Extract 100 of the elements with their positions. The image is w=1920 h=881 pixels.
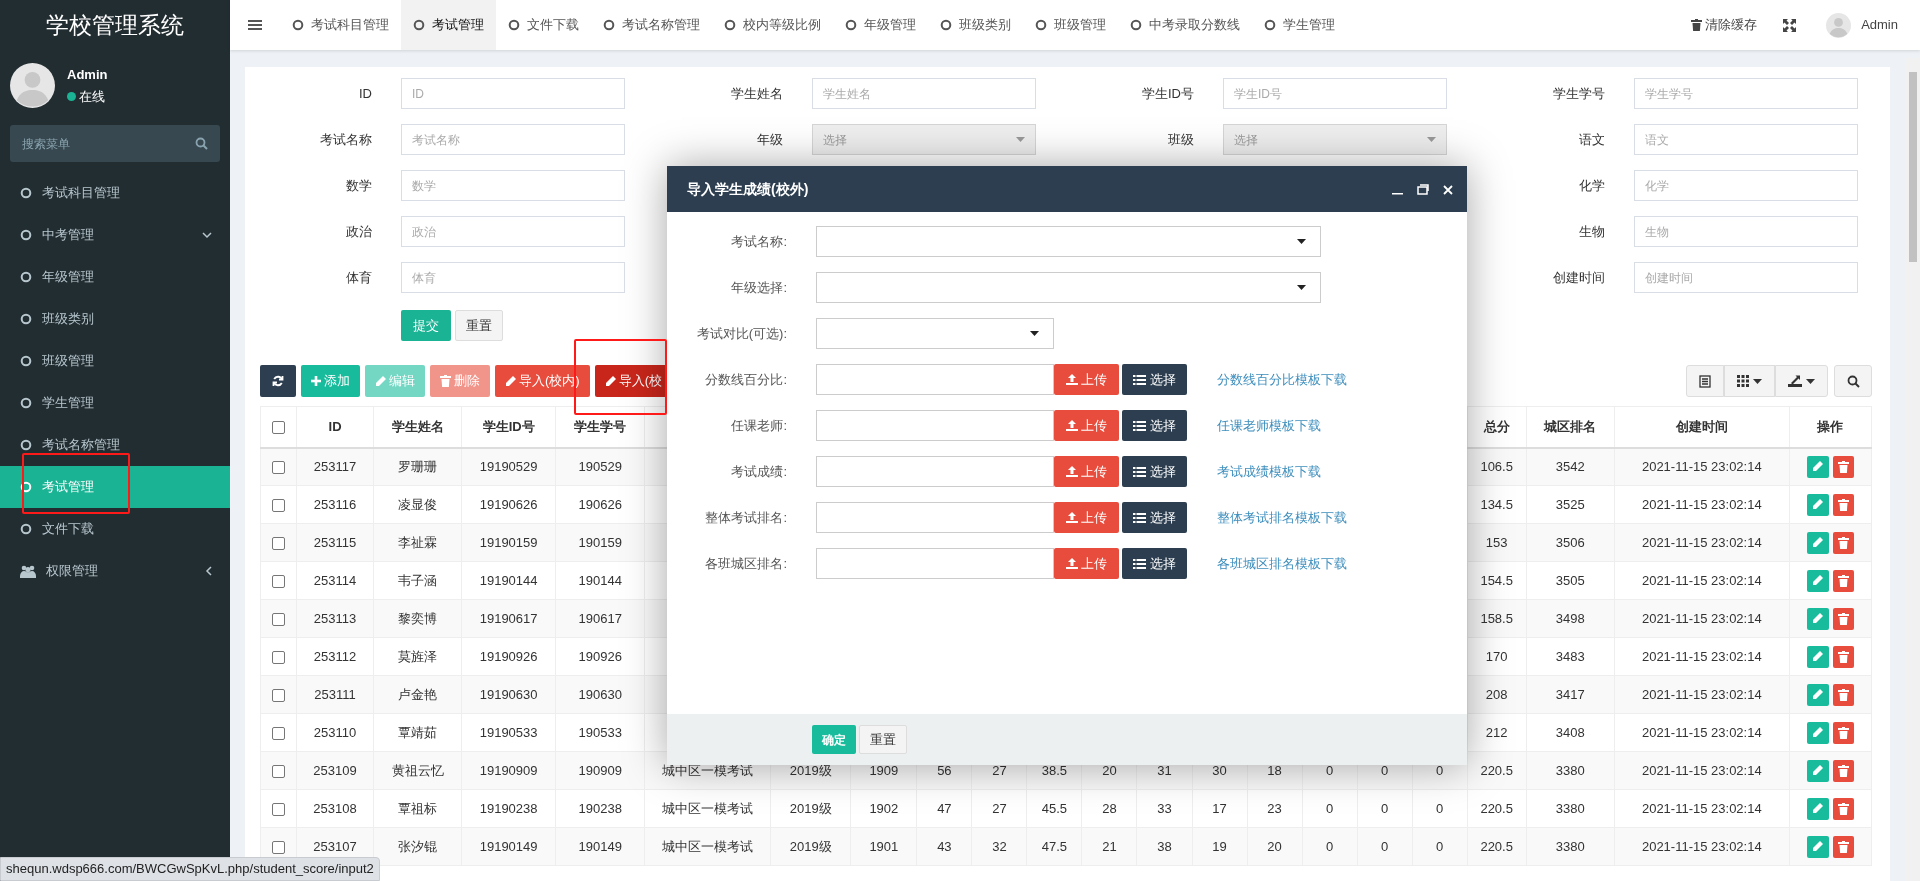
delete-button[interactable] [1832, 759, 1854, 782]
sidebar-item[interactable]: 班级类别 [0, 298, 230, 340]
input-field[interactable]: 考试名称 [401, 124, 625, 155]
input-field[interactable]: 学生姓名 [812, 78, 1036, 109]
choose-button[interactable]: 选择 [1122, 548, 1187, 579]
input-field[interactable]: 体育 [401, 262, 625, 293]
checkbox[interactable] [272, 802, 285, 816]
import-button[interactable]: 导入(校内) [495, 365, 590, 397]
tab[interactable]: 中考录取分数线 [1118, 0, 1252, 50]
fullscreen-button[interactable] [1783, 18, 1797, 32]
reset-button[interactable]: 重置 [859, 725, 907, 754]
checkbox[interactable] [272, 764, 285, 778]
template-download-link[interactable]: 考试成绩模板下载 [1217, 461, 1321, 482]
scrollbar[interactable] [1905, 58, 1920, 881]
choose-button[interactable]: 选择 [1122, 364, 1187, 395]
select-field[interactable] [816, 226, 1321, 257]
file-path-field[interactable] [816, 548, 1054, 579]
checkbox[interactable] [272, 840, 285, 854]
tab[interactable]: 班级管理 [1023, 0, 1118, 50]
checkbox[interactable] [272, 461, 285, 475]
file-path-field[interactable] [816, 502, 1054, 533]
clear-cache-button[interactable]: 清除缓存 [1691, 15, 1758, 35]
refresh-button[interactable] [260, 365, 296, 397]
tab[interactable]: 年级管理 [833, 0, 928, 50]
columns-button[interactable] [1724, 365, 1775, 397]
checkbox[interactable] [272, 612, 285, 626]
tab[interactable]: 考试名称管理 [591, 0, 712, 50]
choose-button[interactable]: 选择 [1122, 456, 1187, 487]
checkbox[interactable] [272, 536, 285, 550]
checkbox[interactable] [272, 726, 285, 740]
input-field[interactable]: 创建时间 [1634, 262, 1858, 293]
delete-button[interactable] [1832, 721, 1854, 744]
sidebar-item[interactable]: 学生管理 [0, 382, 230, 424]
edit-button[interactable] [1806, 759, 1829, 782]
upload-button[interactable]: 上传 [1054, 548, 1119, 579]
delete-button[interactable] [1832, 607, 1854, 630]
tab[interactable]: 文件下载 [496, 0, 591, 50]
edit-button[interactable] [1806, 531, 1829, 554]
checkbox[interactable] [272, 574, 285, 588]
edit-button[interactable] [1806, 683, 1829, 706]
checkbox[interactable] [272, 421, 285, 435]
upload-button[interactable]: 上传 [1054, 456, 1119, 487]
upload-button[interactable]: 上传 [1054, 502, 1119, 533]
file-path-field[interactable] [816, 364, 1054, 395]
input-field[interactable]: 语文 [1634, 124, 1858, 155]
tab[interactable]: 学生管理 [1252, 0, 1347, 50]
input-field[interactable]: 数学 [401, 170, 625, 201]
checkbox[interactable] [272, 498, 285, 512]
upload-button[interactable]: 上传 [1054, 364, 1119, 395]
tab[interactable]: 校内等级比例 [712, 0, 833, 50]
sidebar-item[interactable]: 中考管理 [0, 214, 230, 256]
tab[interactable]: 考试管理 [401, 0, 496, 50]
checkbox[interactable] [272, 688, 285, 702]
file-path-field[interactable] [816, 410, 1054, 441]
tab[interactable]: 班级类别 [928, 0, 1023, 50]
checkbox[interactable] [272, 650, 285, 664]
delete-button[interactable] [1832, 493, 1854, 516]
input-field[interactable]: 学生ID号 [1223, 78, 1447, 109]
maximize-button[interactable] [1417, 183, 1429, 195]
choose-button[interactable]: 选择 [1122, 502, 1187, 533]
edit-button[interactable] [1806, 569, 1829, 592]
template-download-link[interactable]: 任课老师模板下载 [1217, 415, 1321, 436]
user-name[interactable]: Admin [1861, 15, 1898, 35]
sidebar-item[interactable]: 考试名称管理 [0, 424, 230, 466]
delete-button[interactable] [1832, 455, 1854, 478]
edit-button[interactable] [1806, 721, 1829, 744]
delete-button[interactable] [1832, 569, 1854, 592]
sidebar-item[interactable]: 考试科目管理 [0, 172, 230, 214]
upload-button[interactable]: 上传 [1054, 410, 1119, 441]
input-field[interactable]: 生物 [1634, 216, 1858, 247]
edit-button[interactable] [1806, 797, 1829, 820]
delete-button[interactable] [1832, 645, 1854, 668]
sidebar-item[interactable]: 年级管理 [0, 256, 230, 298]
export-button[interactable] [1775, 365, 1828, 397]
sidebar-item[interactable]: 权限管理 [0, 550, 230, 592]
sidebar-item[interactable]: 班级管理 [0, 340, 230, 382]
template-download-link[interactable]: 整体考试排名模板下载 [1217, 507, 1347, 528]
delete-button[interactable] [1832, 797, 1854, 820]
template-download-link[interactable]: 分数线百分比模板下载 [1217, 369, 1347, 390]
input-field[interactable]: ID [401, 78, 625, 109]
tab[interactable]: 考试科目管理 [280, 0, 401, 50]
edit-button[interactable] [1806, 645, 1829, 668]
edit-button[interactable] [1806, 607, 1829, 630]
edit-button[interactable] [1806, 455, 1829, 478]
file-path-field[interactable] [816, 456, 1054, 487]
sidebar-item[interactable]: 文件下载 [0, 508, 230, 550]
delete-button[interactable] [1832, 835, 1854, 858]
input-field[interactable]: 政治 [401, 216, 625, 247]
search-button[interactable] [1834, 365, 1872, 397]
edit-button[interactable] [1806, 493, 1829, 516]
delete-button[interactable] [1832, 683, 1854, 706]
reset-button[interactable]: 重置 [455, 310, 503, 341]
close-button[interactable] [1443, 183, 1453, 195]
edit-button[interactable] [1806, 835, 1829, 858]
search-field[interactable]: 搜索菜单 [10, 125, 220, 162]
choose-button[interactable]: 选择 [1122, 410, 1187, 441]
select-field[interactable] [816, 318, 1054, 349]
input-field[interactable]: 化学 [1634, 170, 1858, 201]
select-field[interactable] [816, 272, 1321, 303]
delete-button[interactable] [1832, 531, 1854, 554]
